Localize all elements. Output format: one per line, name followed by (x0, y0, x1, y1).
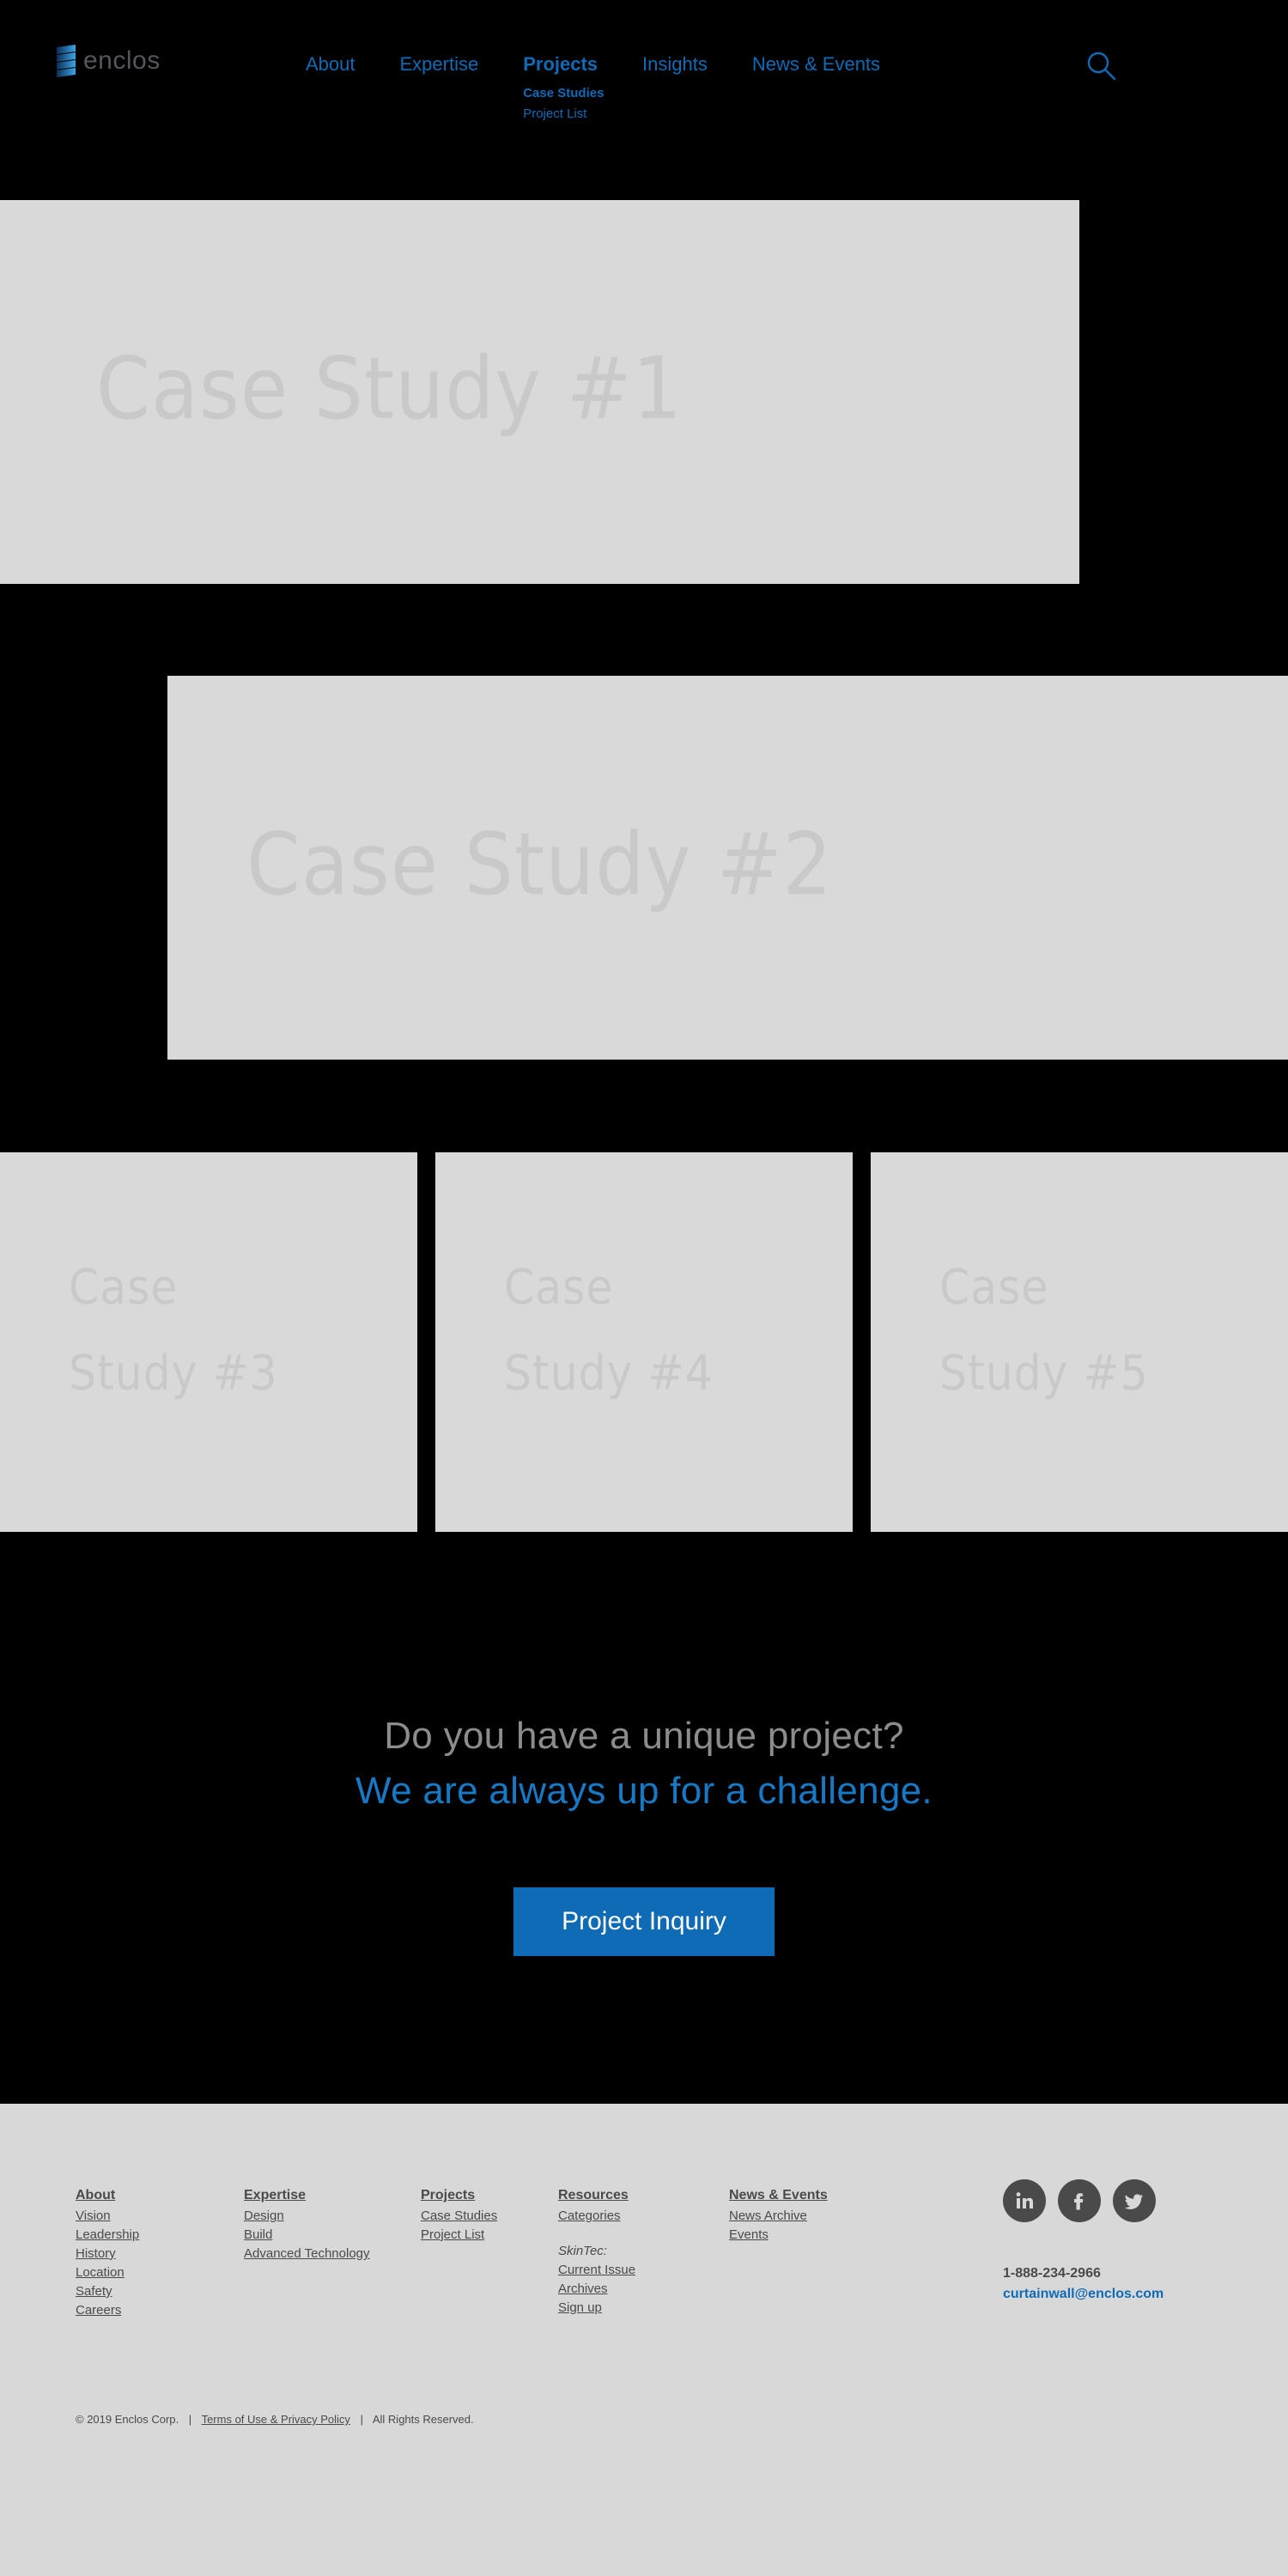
footer-link-sign-up[interactable]: Sign up (558, 2299, 729, 2318)
social-link-facebook[interactable] (1058, 2179, 1101, 2222)
footer-link-project-list[interactable]: Project List (421, 2226, 558, 2245)
projects-submenu: Case Studies Project List (523, 84, 604, 123)
nav-item-insights-label: Insights (642, 53, 708, 75)
footer-link-columns: About Vision Leadership History Location… (76, 2185, 901, 2320)
nav-item-expertise-label: Expertise (399, 53, 479, 75)
contact-phone: 1-888-234-2966 (1003, 2266, 1101, 2281)
case-study-card-5[interactable]: Case Study #5 (871, 1152, 1288, 1532)
footer-link-careers[interactable]: Careers (76, 2301, 244, 2320)
copyright-separator-1: | (188, 2413, 192, 2426)
twitter-icon (1124, 2194, 1144, 2209)
footer-column-news-events: News & Events News Archive Events (729, 2185, 901, 2245)
rights-reserved-text: All Rights Reserved. (372, 2413, 474, 2426)
footer-link-archives[interactable]: Archives (558, 2280, 729, 2299)
footer-heading-projects[interactable]: Projects (421, 2185, 558, 2206)
footer-heading-news-events[interactable]: News & Events (729, 2185, 901, 2206)
site-logo[interactable]: enclos (57, 45, 161, 77)
submenu-item-case-studies[interactable]: Case Studies (523, 84, 604, 102)
nav-item-insights[interactable]: Insights (620, 52, 730, 77)
site-header: enclos About Expertise Projects Case Stu… (0, 0, 1288, 197)
footer-link-history[interactable]: History (76, 2245, 244, 2263)
case-study-card-2[interactable]: Case Study #2 (167, 676, 1288, 1060)
nav-item-news-events[interactable]: News & Events (730, 52, 902, 77)
nav-item-expertise[interactable]: Expertise (378, 52, 501, 77)
nav-item-projects-label: Projects (523, 53, 598, 75)
cta-headline-answer: We are always up for a challenge. (355, 1770, 933, 1812)
copyright-bar: © 2019 Enclos Corp. | Terms of Use & Pri… (76, 2411, 474, 2428)
footer-subheading-skintec: SkinTec: (558, 2244, 607, 2258)
social-link-twitter[interactable] (1113, 2179, 1156, 2222)
footer-contact-area: 1-888-234-2966 curtainwall@enclos.com (1003, 2179, 1226, 2305)
footer-link-categories[interactable]: Categories (558, 2207, 729, 2226)
case-study-card-2-label: Case Study #2 (246, 814, 833, 914)
case-study-card-1-label: Case Study #1 (96, 338, 683, 439)
copyright-separator-2: | (360, 2413, 363, 2426)
contact-email[interactable]: curtainwall@enclos.com (1003, 2284, 1226, 2305)
footer-column-resources: Resources Categories SkinTec: Current Is… (558, 2185, 729, 2318)
nav-item-projects[interactable]: Projects Case Studies Project List (501, 52, 620, 121)
case-study-card-4[interactable]: Case Study #4 (435, 1152, 853, 1532)
footer-heading-expertise[interactable]: Expertise (244, 2185, 421, 2206)
case-study-card-3[interactable]: Case Study #3 (0, 1152, 417, 1532)
footer-link-leadership[interactable]: Leadership (76, 2226, 244, 2245)
footer-link-events[interactable]: Events (729, 2226, 901, 2245)
nav-item-about[interactable]: About (283, 52, 378, 77)
terms-privacy-link[interactable]: Terms of Use & Privacy Policy (202, 2413, 350, 2426)
logo-wordmark: enclos (83, 46, 161, 75)
footer-link-design[interactable]: Design (244, 2207, 421, 2226)
case-study-card-4-label: Case Study #4 (504, 1260, 714, 1401)
footer-link-location[interactable]: Location (76, 2263, 244, 2282)
case-study-card-1[interactable]: Case Study #1 (0, 200, 1079, 584)
footer-link-safety[interactable]: Safety (76, 2282, 244, 2301)
footer-link-build[interactable]: Build (244, 2226, 421, 2245)
footer-link-news-archive[interactable]: News Archive (729, 2207, 901, 2226)
cta-section: Do you have a unique project? We are alw… (0, 1709, 1288, 1956)
footer-heading-about[interactable]: About (76, 2185, 244, 2206)
search-icon (1087, 52, 1116, 81)
main-nav: About Expertise Projects Case Studies Pr… (283, 52, 902, 121)
footer-column-about: About Vision Leadership History Location… (76, 2185, 244, 2320)
footer-column-expertise: Expertise Design Build Advanced Technolo… (244, 2185, 421, 2263)
social-link-linkedin[interactable] (1003, 2179, 1046, 2222)
page-root: enclos About Expertise Projects Case Stu… (0, 0, 1288, 2576)
project-inquiry-button[interactable]: Project Inquiry (513, 1887, 775, 1956)
linkedin-icon (1016, 2192, 1033, 2208)
social-links (1003, 2179, 1226, 2222)
facebook-icon (1074, 2193, 1084, 2210)
footer-heading-resources[interactable]: Resources (558, 2185, 729, 2206)
site-footer: About Vision Leadership History Location… (0, 2104, 1288, 2576)
cta-headline-question: Do you have a unique project? (384, 1715, 904, 1757)
enclos-bars-logo-icon (57, 45, 76, 77)
nav-item-news-events-label: News & Events (751, 53, 881, 75)
footer-link-vision[interactable]: Vision (76, 2207, 244, 2226)
nav-item-about-label: About (306, 53, 355, 75)
search-button[interactable] (1082, 47, 1121, 87)
footer-column-projects: Projects Case Studies Project List (421, 2185, 558, 2245)
case-study-card-5-label: Case Study #5 (939, 1260, 1149, 1401)
case-study-card-3-label: Case Study #3 (69, 1260, 278, 1401)
footer-link-case-studies[interactable]: Case Studies (421, 2207, 558, 2226)
footer-link-current-issue[interactable]: Current Issue (558, 2261, 729, 2280)
footer-link-advanced-technology[interactable]: Advanced Technology (244, 2245, 421, 2263)
copyright-text: © 2019 Enclos Corp. (76, 2413, 179, 2426)
submenu-item-project-list[interactable]: Project List (523, 105, 604, 123)
contact-info: 1-888-234-2966 curtainwall@enclos.com (1003, 2263, 1226, 2305)
